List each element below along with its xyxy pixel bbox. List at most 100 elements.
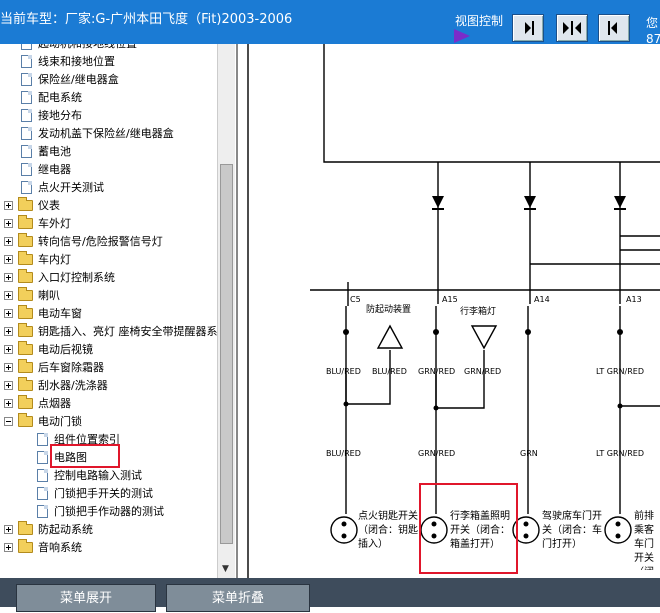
tree-item-label: 门锁把手作动器的测试: [54, 505, 164, 518]
menu-tree-panel: 起动机和接地线位置线束和接地位置保险丝/继电器盒配电系统接地分布发动机盖下保险丝…: [0, 44, 238, 578]
tree-item-label: 防起动系统: [38, 523, 93, 536]
tree-item-label: 后车窗除霜器: [38, 361, 104, 374]
tree-scrollbar[interactable]: ▼: [217, 44, 235, 578]
tree-item-label: 发动机盖下保险丝/继电器盒: [38, 127, 174, 140]
tree-item-label: 起动机和接地线位置: [38, 44, 137, 51]
document-icon: [21, 127, 32, 140]
tree-item-label: 刮水器/洗涤器: [38, 379, 108, 392]
current-vehicle-label: 当前车型：厂家:G-广州本田飞度（Fit)2003-2006: [0, 12, 293, 27]
tree-item-label: 电动门锁: [38, 415, 82, 428]
expand-icon[interactable]: [4, 381, 13, 390]
expand-icon[interactable]: [4, 201, 13, 210]
split-arrows-icon: [563, 21, 581, 35]
folder-icon: [18, 287, 33, 301]
top-bar: 当前车型：厂家:G-广州本田飞度（Fit)2003-2006 视图控制 您 87: [0, 0, 660, 46]
folder-icon: [18, 539, 33, 553]
switch-passenger-door-label: 前排乘客车门开关（闭合）: [634, 511, 654, 570]
view-right-pane-button[interactable]: [512, 14, 544, 42]
folder-icon: [18, 215, 33, 229]
expand-icon[interactable]: [4, 543, 13, 552]
document-icon: [21, 44, 32, 50]
switch-ignition-label: 点火钥匙开关（闭合：钥匙插入）: [358, 511, 418, 550]
wire-upper-5: LT GRN/RED: [596, 367, 644, 376]
folder-icon: [18, 305, 33, 319]
arrow-left-bar-icon: [608, 21, 617, 35]
tree-item-label: 车内灯: [38, 253, 71, 266]
document-icon: [21, 91, 32, 104]
folder-icon: [18, 413, 33, 427]
wire-lower-3: GRN: [520, 449, 538, 458]
play-icon: [454, 29, 470, 43]
tree-item-label: 控制电路输入测试: [54, 469, 142, 482]
document-icon: [37, 487, 48, 500]
expand-icon[interactable]: [4, 399, 13, 408]
tree-item-label: 点烟器: [38, 397, 71, 410]
document-icon: [21, 109, 32, 122]
pin-c5: C5: [350, 295, 361, 304]
arrow-right-bar-icon: [525, 21, 534, 35]
folder-icon: [18, 377, 33, 391]
folder-icon: [18, 359, 33, 373]
document-icon: [21, 73, 32, 86]
document-icon: [21, 163, 32, 176]
tree-item-label: 电动后视镜: [38, 343, 93, 356]
folder-icon: [18, 521, 33, 535]
pin-a13: A13: [626, 295, 642, 304]
expand-icon[interactable]: [4, 273, 13, 282]
expand-icon[interactable]: [4, 291, 13, 300]
expand-icon[interactable]: [4, 525, 13, 534]
tree-item-label: 门锁把手开关的测试: [54, 487, 153, 500]
view-left-pane-button[interactable]: [598, 14, 630, 42]
tree-item-label: 入口灯控制系统: [38, 271, 115, 284]
expand-icon[interactable]: [4, 219, 13, 228]
tree-item-label: 喇叭: [38, 289, 60, 302]
scrollbar-thumb[interactable]: [220, 164, 233, 544]
folder-icon: [18, 233, 33, 247]
scroll-down-icon[interactable]: ▼: [222, 564, 229, 574]
document-icon: [21, 55, 32, 68]
expand-icon[interactable]: [4, 237, 13, 246]
expand-icon[interactable]: [4, 363, 13, 372]
tree-item-label: 车外灯: [38, 217, 71, 230]
wire-upper-2: BLU/RED: [372, 367, 407, 376]
expand-icon[interactable]: [4, 309, 13, 318]
collapse-icon[interactable]: [4, 417, 13, 426]
document-icon: [21, 181, 32, 194]
tree-item-label: 电动车窗: [38, 307, 82, 320]
selected-highlight: [50, 444, 120, 468]
tree-item-label: 点火开关测试: [38, 181, 104, 194]
tree-item-label: 继电器: [38, 163, 71, 176]
tree-item-label: 接地分布: [38, 109, 82, 122]
tree-item-label: 配电系统: [38, 91, 82, 104]
menu-collapse-button[interactable]: 菜单折叠: [166, 584, 310, 612]
expand-icon[interactable]: [4, 327, 13, 336]
tree-item-label: 仪表: [38, 199, 60, 212]
view-split-button[interactable]: [556, 14, 588, 42]
folder-icon: [18, 341, 33, 355]
folder-icon: [18, 323, 33, 337]
pin-a15: A15: [442, 295, 458, 304]
header-extra-top: 您: [646, 16, 659, 30]
view-control-label: 视图控制: [455, 14, 504, 28]
menu-expand-button[interactable]: 菜单展开: [16, 584, 156, 612]
folder-icon: [18, 395, 33, 409]
folder-icon: [18, 251, 33, 265]
document-icon: [37, 505, 48, 518]
wire-upper-3: GRN/RED: [418, 367, 455, 376]
tree-item-label: 线束和接地位置: [38, 55, 115, 68]
bottom-bar: 菜单展开 菜单折叠: [0, 578, 660, 612]
expand-icon[interactable]: [4, 345, 13, 354]
tree-item-label: 音响系统: [38, 541, 82, 554]
document-icon: [37, 451, 48, 464]
highlight-box: [419, 483, 518, 574]
document-icon: [37, 433, 48, 446]
tree-item-label: 转向信号/危险报警信号灯: [38, 235, 163, 248]
document-icon: [37, 469, 48, 482]
expand-icon[interactable]: [4, 255, 13, 264]
tree-item-label: 保险丝/继电器盒: [38, 73, 119, 86]
tree-item-label: 钥匙插入、亮灯 座椅安全带提醒器系: [38, 325, 218, 338]
wire-lower-4: LT GRN/RED: [596, 449, 644, 458]
label-trunk-light: 行李箱灯: [460, 305, 496, 317]
label-immobilizer: 防起动装置: [366, 303, 411, 315]
switch-driver-door-label: 驾驶席车门开关（闭合：车门打开）: [542, 511, 602, 550]
